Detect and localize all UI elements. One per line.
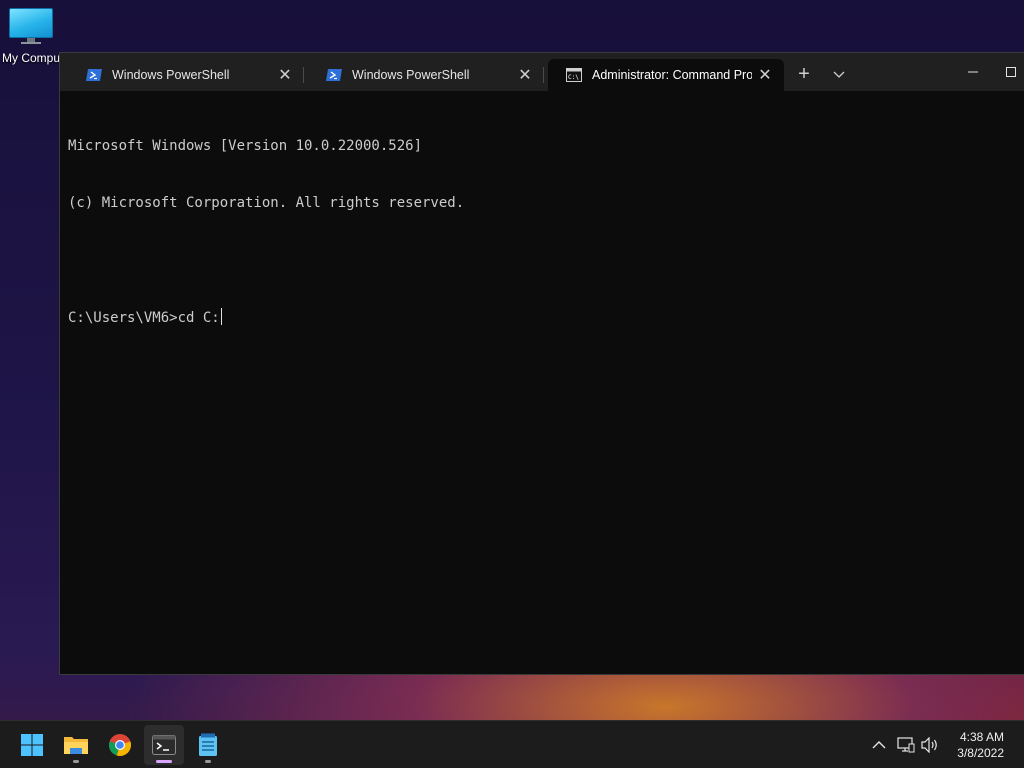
chevron-up-icon: [872, 741, 886, 749]
taskbar: 4:38 AM 3/8/2022: [0, 720, 1024, 768]
tab-powershell-1[interactable]: Windows PowerShell ✕: [68, 59, 304, 91]
powershell-icon: [86, 69, 102, 81]
monitor-icon: [9, 8, 53, 44]
tab-command-prompt[interactable]: C:\ Administrator: Command Promp ✕: [548, 59, 784, 91]
clock-time: 4:38 AM: [959, 730, 1004, 744]
windows-start-icon: [21, 734, 43, 756]
taskbar-notepad[interactable]: [188, 725, 228, 765]
command-input[interactable]: C:\Users\VM6>cd C:: [68, 310, 220, 326]
minimize-button[interactable]: [950, 53, 996, 91]
taskbar-file-explorer[interactable]: [56, 725, 96, 765]
system-clock[interactable]: 4:38 AM 3/8/2022: [944, 729, 1004, 761]
close-tab-icon[interactable]: ✕: [752, 65, 778, 85]
terminal-icon: [152, 735, 176, 755]
desktop-icon-my-computer[interactable]: My Compu: [0, 8, 62, 65]
notepad-icon: [199, 733, 217, 756]
desktop-icon-label: My Compu: [1, 51, 60, 65]
show-hidden-icons-button[interactable]: [869, 735, 889, 755]
terminal-window: Windows PowerShell ✕ Windows PowerShell …: [59, 52, 1024, 675]
maximize-button[interactable]: [996, 53, 1024, 91]
folder-icon: [64, 737, 88, 754]
tab-title: Administrator: Command Promp: [592, 68, 752, 82]
taskbar-chrome[interactable]: [100, 725, 140, 765]
volume-icon: [921, 736, 937, 754]
new-tab-button[interactable]: +: [790, 62, 818, 88]
taskbar-terminal[interactable]: [144, 725, 184, 765]
svg-text:C:\: C:\: [568, 74, 579, 81]
tab-title: Windows PowerShell: [352, 68, 470, 82]
clock-date: 3/8/2022: [957, 746, 1004, 760]
title-bar[interactable]: Windows PowerShell ✕ Windows PowerShell …: [60, 53, 1024, 91]
text-cursor: [220, 308, 222, 325]
close-tab-icon[interactable]: ✕: [272, 65, 298, 85]
tab-dropdown-button[interactable]: [825, 62, 853, 88]
console-output[interactable]: Microsoft Windows [Version 10.0.22000.52…: [68, 99, 1024, 674]
cmd-icon: C:\: [566, 68, 582, 82]
network-icon: [897, 737, 915, 753]
console-line: (c) Microsoft Corporation. All rights re…: [68, 195, 465, 211]
chevron-down-icon: [833, 71, 845, 78]
volume-button[interactable]: [920, 735, 940, 755]
running-indicator: [156, 760, 172, 763]
chrome-icon: [109, 734, 131, 756]
network-button[interactable]: [896, 735, 916, 755]
running-indicator: [205, 760, 211, 763]
powershell-icon: [326, 69, 342, 81]
tab-title: Windows PowerShell: [112, 68, 230, 82]
minimize-icon: [968, 71, 978, 73]
maximize-icon: [1005, 67, 1016, 77]
console-line: Microsoft Windows [Version 10.0.22000.52…: [68, 138, 423, 154]
console-prompt-line[interactable]: C:\Users\VM6>cd C:: [68, 308, 1024, 327]
running-indicator: [73, 760, 79, 763]
tab-powershell-2[interactable]: Windows PowerShell ✕: [308, 59, 544, 91]
start-button[interactable]: [12, 725, 52, 765]
close-tab-icon[interactable]: ✕: [512, 65, 538, 85]
